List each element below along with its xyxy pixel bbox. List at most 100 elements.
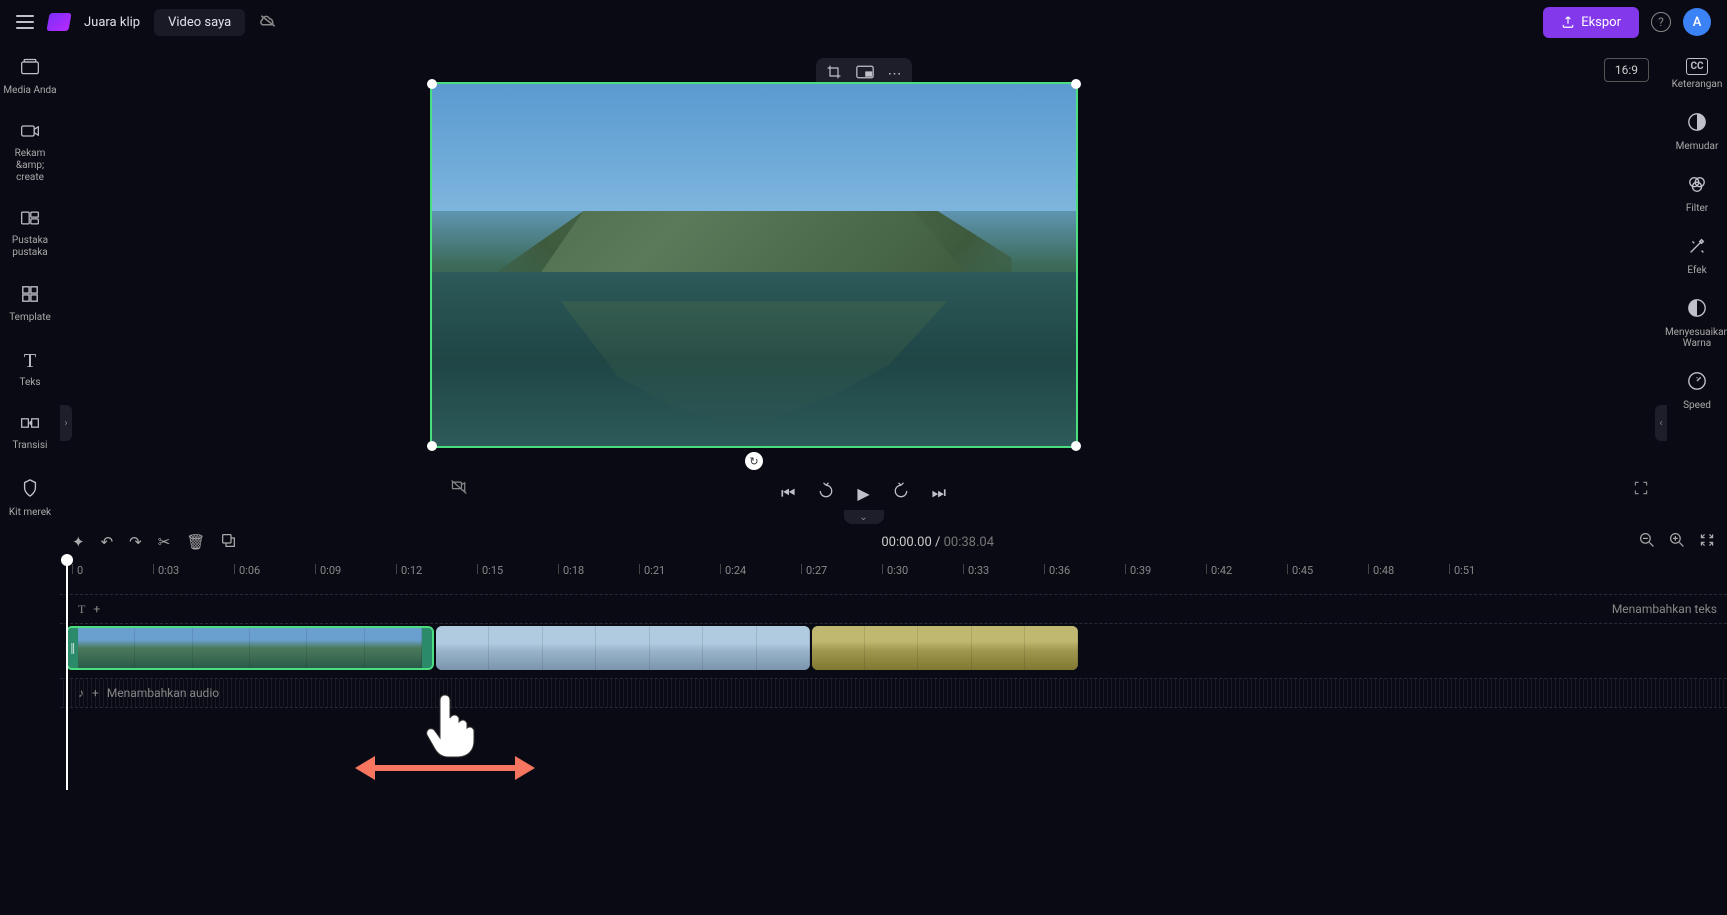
more-icon[interactable]: ⋯ (888, 66, 902, 82)
play-button[interactable]: ▶ (857, 484, 869, 503)
duration: 00:38.04 (944, 535, 994, 550)
transition-icon (20, 415, 40, 436)
avatar[interactable]: A (1683, 8, 1711, 36)
sidebar-item-text[interactable]: T Teks (0, 346, 60, 393)
rewind-icon[interactable] (817, 482, 835, 504)
forward-icon[interactable] (892, 482, 910, 504)
sidebar-label: Transisi (13, 440, 48, 452)
sidebar-label: Template (9, 312, 51, 324)
ruler-tick: 0:27 (801, 564, 827, 574)
crop-icon[interactable] (826, 64, 842, 84)
resize-handle-br[interactable] (1071, 441, 1081, 451)
app-title: Juara klip (84, 15, 140, 30)
sidebar-item-library[interactable]: Pustaka pustaka (0, 206, 60, 263)
resize-handle-tl[interactable] (427, 79, 437, 89)
resize-handle-tr[interactable] (1071, 79, 1081, 89)
tab-my-video[interactable]: Video saya (154, 9, 245, 36)
fullscreen-icon[interactable] (1633, 480, 1649, 500)
ruler-tick: 0 (72, 564, 83, 574)
fade-icon (1687, 112, 1707, 137)
export-label: Ekspor (1581, 15, 1621, 30)
timeline-toolbar-left: ✦ ↶ ↷ ✂ 🗑 (72, 533, 236, 552)
preview-area: ⋯ 16:9 ↻ ⏮ ▶ ⏭ (60, 44, 1667, 514)
right-item-effects[interactable]: Efek (1687, 236, 1707, 276)
fit-timeline-icon[interactable] (1699, 532, 1715, 552)
zoom-in-icon[interactable] (1669, 532, 1685, 552)
timeline-collapse-handle[interactable]: ⌄ (844, 510, 884, 524)
right-item-color[interactable]: Menyesuaikan Warna (1665, 298, 1727, 349)
camera-icon (20, 123, 40, 144)
media-icon (20, 58, 40, 81)
audio-track-row[interactable]: ♪ + Menambahkan audio (60, 678, 1727, 708)
ruler-tick: 0:48 (1368, 564, 1394, 574)
skip-start-icon[interactable]: ⏮ (781, 483, 795, 503)
resize-handle-bl[interactable] (427, 441, 437, 451)
ruler-tick: 0:42 (1206, 564, 1232, 574)
pip-icon[interactable] (856, 65, 874, 83)
library-icon (20, 210, 40, 231)
app-logo (46, 13, 71, 31)
duplicate-icon[interactable] (221, 533, 236, 552)
timeline-toolbar: ✦ ↶ ↷ ✂ 🗑 00:00.00 / 00:38.04 (60, 524, 1727, 560)
split-icon[interactable]: ✂ (158, 533, 171, 551)
clip-trim-left[interactable]: ∥ (70, 642, 76, 655)
sidebar-item-media[interactable]: Media Anda (0, 54, 60, 101)
ruler-tick: 0:03 (153, 564, 179, 574)
export-button[interactable]: Ekspor (1543, 7, 1639, 38)
speed-icon (1687, 371, 1707, 396)
video-clip-3[interactable] (812, 626, 1078, 670)
redo-icon[interactable]: ↷ (129, 533, 142, 551)
sidebar-label: Kit merek (9, 507, 51, 519)
aspect-ratio-button[interactable]: 16:9 (1604, 58, 1649, 82)
video-track: ∥ ∥ (66, 626, 1727, 674)
cloud-sync-icon[interactable] (259, 13, 277, 32)
right-item-filter[interactable]: Filter (1686, 174, 1708, 214)
clip-trim-right[interactable]: ∥ (425, 642, 431, 655)
topbar-left: Juara klip Video saya (16, 9, 277, 36)
undo-icon[interactable]: ↶ (101, 533, 114, 551)
ruler-tick: 0:33 (963, 564, 989, 574)
playback-controls: ⏮ ▶ ⏭ (60, 482, 1667, 504)
zoom-out-icon[interactable] (1639, 532, 1655, 552)
right-sidebar: CC Keterangan Memudar Filter Efek Menyes… (1667, 44, 1727, 411)
sidebar-label: Pustaka pustaka (0, 235, 60, 259)
text-track-row[interactable]: T + Menambahkan teks (60, 594, 1727, 624)
video-clip-1[interactable]: ∥ ∥ (66, 626, 434, 670)
ruler-tick: 0:30 (882, 564, 908, 574)
left-sidebar: Media Anda Rekam &amp; create Pustaka pu… (0, 44, 60, 915)
ruler-tick: 0:18 (558, 564, 584, 574)
top-bar: Juara klip Video saya Ekspor ? A (0, 0, 1727, 44)
sidebar-item-brandkit[interactable]: Kit merek (0, 474, 60, 523)
add-audio-label: Menambahkan audio (107, 686, 219, 700)
ruler-tick: 0:51 (1449, 564, 1475, 574)
ruler-tick: 0:21 (639, 564, 665, 574)
video-clip-2[interactable] (436, 626, 810, 670)
sidebar-item-transition[interactable]: Transisi (0, 411, 60, 456)
delete-icon[interactable]: 🗑 (186, 533, 205, 551)
effects-icon (1687, 236, 1707, 261)
sidebar-item-template[interactable]: Template (0, 281, 60, 328)
video-canvas[interactable]: ↻ (430, 82, 1078, 448)
timeline-ruler[interactable]: 00:030:060:090:120:150:180:210:240:270:3… (66, 560, 1727, 584)
right-item-captions[interactable]: CC Keterangan (1672, 58, 1723, 90)
menu-icon[interactable] (16, 15, 34, 29)
playhead[interactable] (66, 560, 68, 790)
right-item-fade[interactable]: Memudar (1676, 112, 1719, 152)
skip-end-icon[interactable]: ⏭ (932, 483, 946, 503)
filter-icon (1687, 174, 1707, 199)
ruler-tick: 0:06 (234, 564, 260, 574)
sparkle-icon[interactable]: ✦ (72, 533, 85, 551)
sidebar-item-record[interactable]: Rekam &amp; create (0, 119, 60, 188)
sidebar-label: Media Anda (3, 85, 56, 97)
ruler-tick: 0:12 (396, 564, 422, 574)
rotate-handle[interactable]: ↻ (745, 452, 763, 470)
preview-frame (432, 84, 1076, 446)
timeline-toolbar-right (1639, 532, 1715, 552)
right-item-speed[interactable]: Speed (1683, 371, 1711, 411)
color-icon (1687, 298, 1707, 323)
help-icon[interactable]: ? (1651, 12, 1671, 32)
text-icon: T (24, 350, 36, 373)
plus-icon: + (93, 602, 100, 616)
ruler-tick: 0:39 (1125, 564, 1151, 574)
add-text-label: Menambahkan teks (1612, 602, 1717, 616)
